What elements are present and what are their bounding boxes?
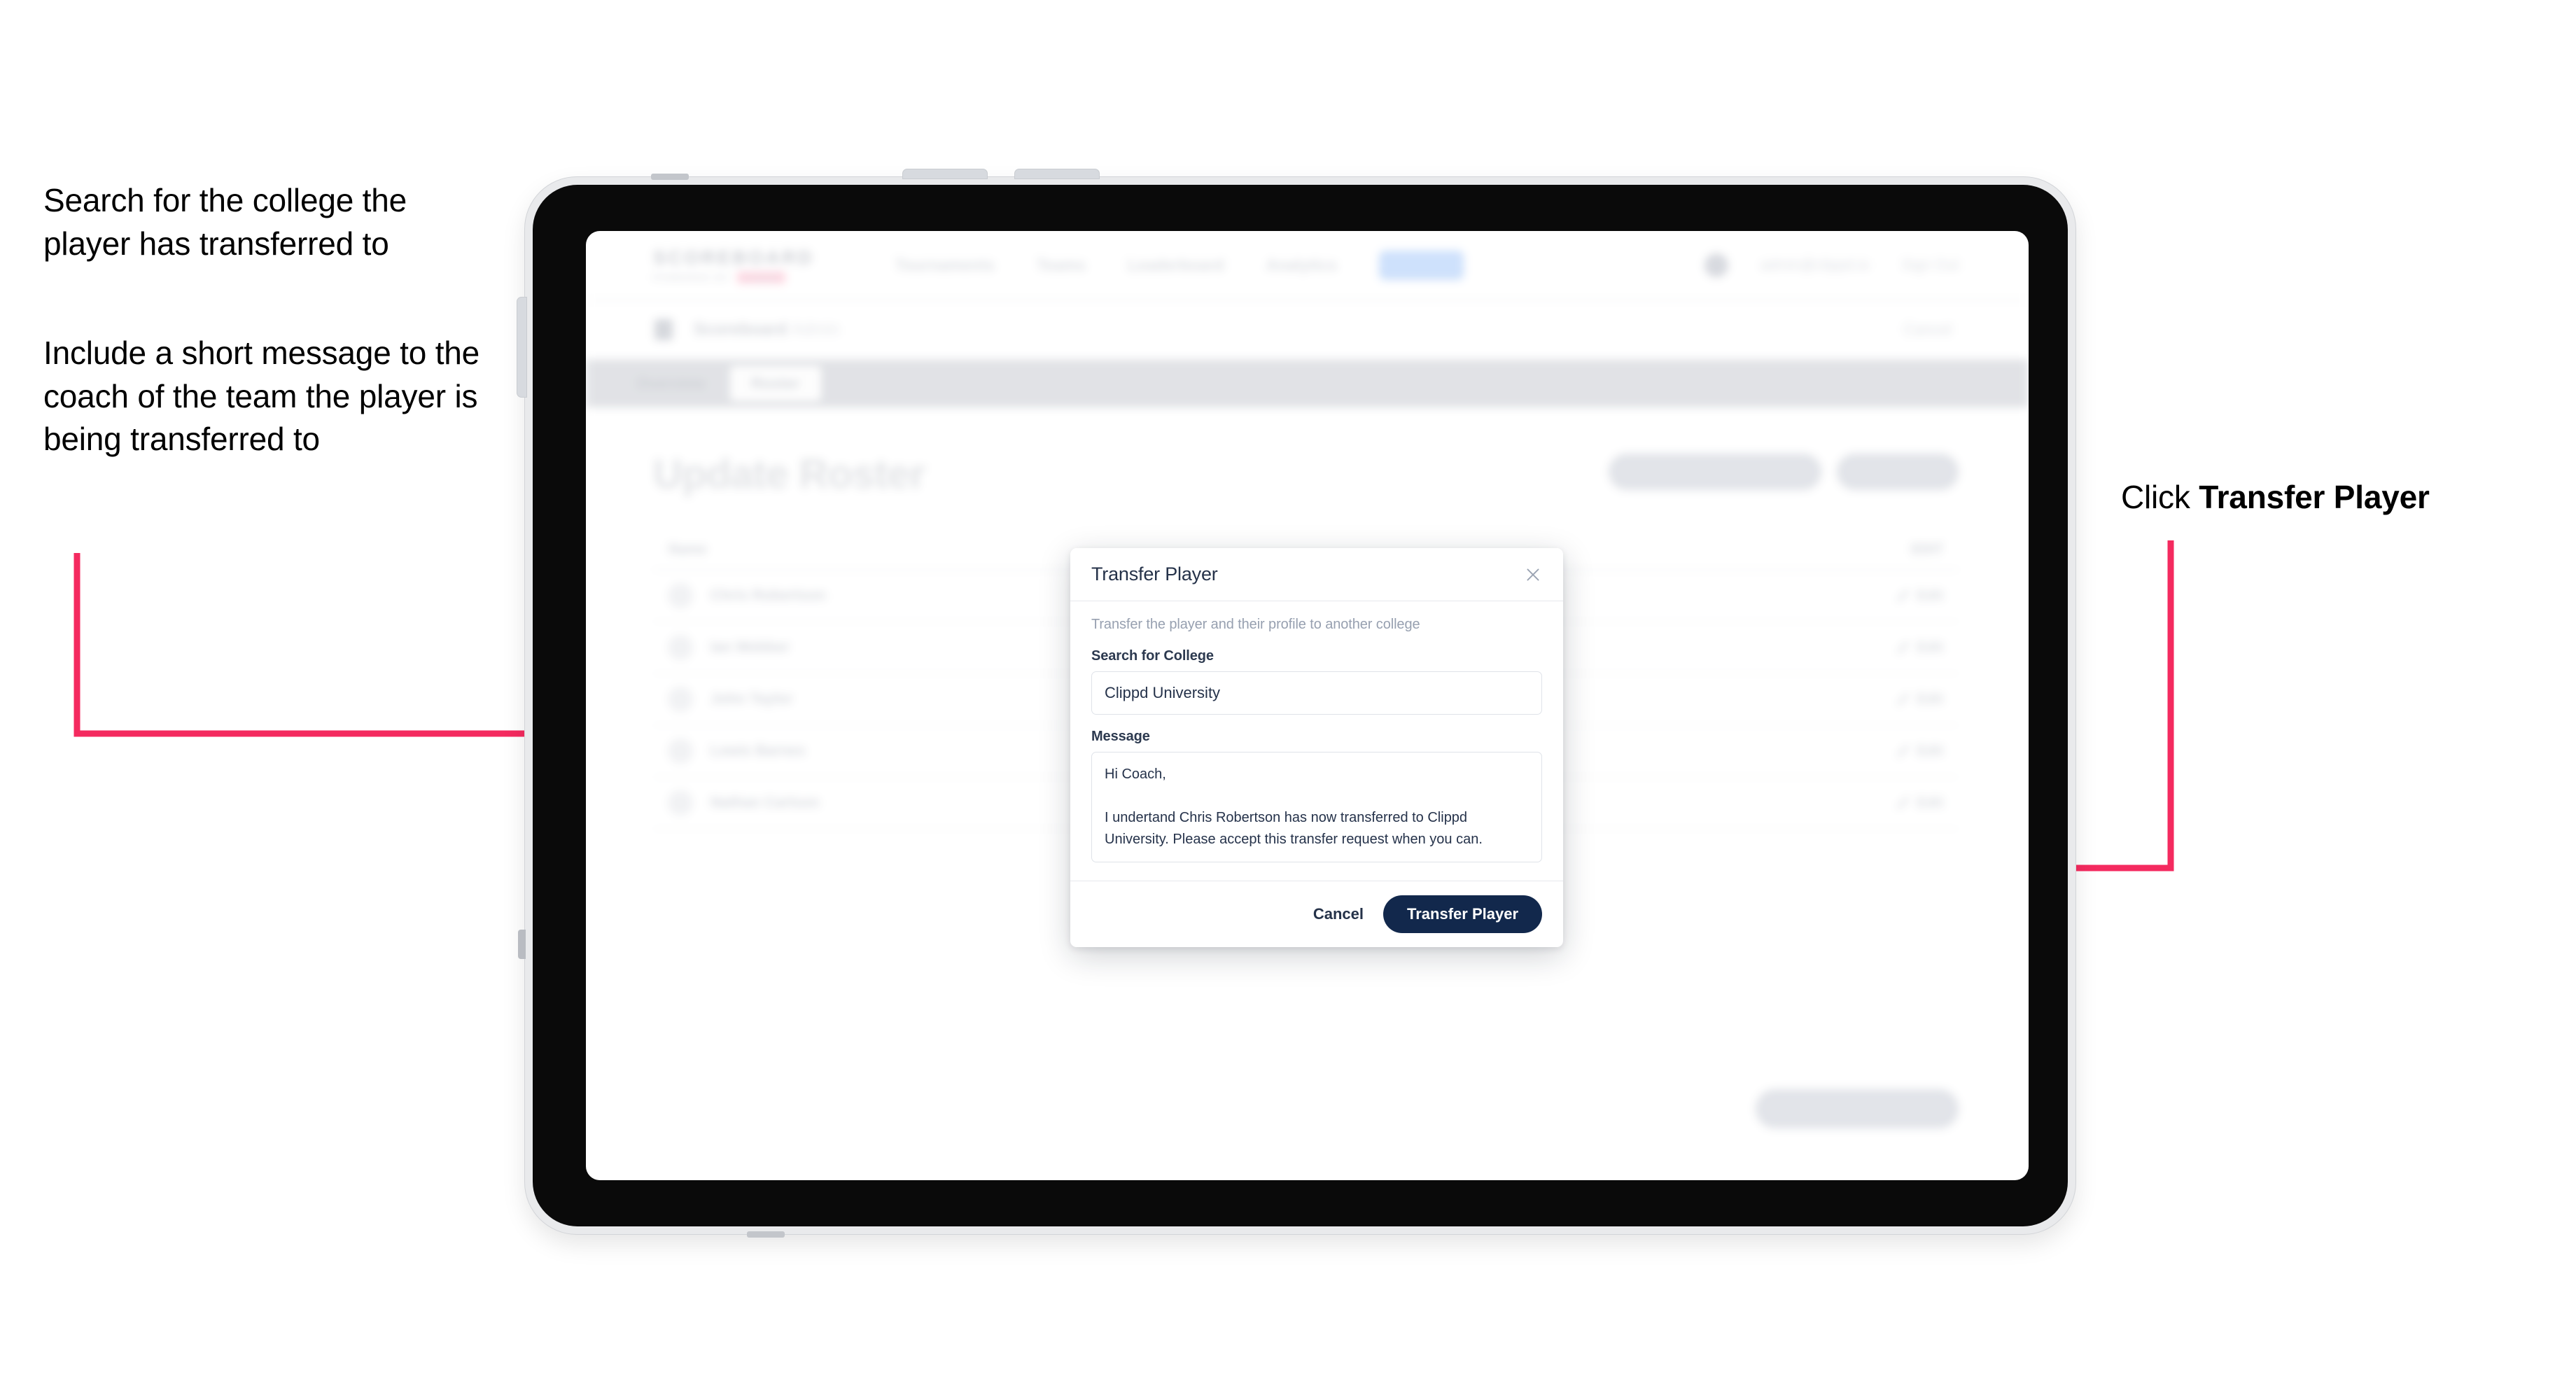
tab-overview[interactable]: Overview — [615, 366, 726, 401]
search-college-input[interactable] — [1091, 671, 1542, 715]
player-avatar-icon — [668, 687, 692, 711]
row-edit-label: Edit — [1917, 743, 1943, 759]
app-logo[interactable]: SCOREBOARD POWERED BY clippd — [653, 247, 814, 284]
logo-powered-by: POWERED BY — [653, 272, 731, 283]
app-primary-nav: Tournaments Teams Leaderboard Analytics … — [895, 251, 1464, 280]
page-title: Update Roster — [653, 451, 925, 497]
search-college-label: Search for College — [1091, 648, 1214, 664]
annotation-click-transfer: Click Transfer Player — [2121, 476, 2555, 519]
player-avatar-icon — [668, 584, 692, 608]
tablet-screen: SCOREBOARD POWERED BY clippd Tournaments… — [586, 231, 2029, 1180]
player-avatar-icon — [668, 739, 692, 763]
screenshot-canvas: Search for the college the player has tr… — [0, 0, 2576, 1386]
annotation-click-bold: Transfer Player — [2199, 479, 2430, 515]
subbar-title: Scoreboard Admin — [694, 320, 839, 340]
pencil-icon — [1897, 745, 1910, 757]
device-power-button[interactable] — [517, 298, 526, 397]
annotation-include-message: Include a short message to the coach of … — [43, 335, 480, 458]
tablet-bezel: SCOREBOARD POWERED BY clippd Tournaments… — [533, 185, 2068, 1226]
subbar-title-text: Scoreboard — [694, 320, 788, 339]
row-edit-label: Edit — [1917, 691, 1943, 707]
player-name: Nathan Carlson — [710, 794, 820, 811]
app-header-right: admin@clippd.io Sign Out — [1704, 253, 1959, 277]
column-header-edit: EDIT — [1911, 542, 1943, 557]
subbar-cancel-link[interactable]: Cancel — [1904, 321, 1952, 339]
avatar[interactable] — [1704, 253, 1728, 277]
device-side-connector — [518, 930, 526, 959]
row-edit-label: Edit — [1917, 587, 1943, 603]
save-roster-updates-button[interactable]: Save Roster Updates — [1755, 1089, 1959, 1128]
player-name: Lewis Barnes — [710, 743, 806, 759]
player-name: John Taylor — [710, 691, 793, 707]
player-name: Chris Robertson — [710, 587, 826, 603]
pencil-icon — [1897, 693, 1910, 706]
nav-item-leaderboard[interactable]: Leaderboard — [1128, 256, 1224, 274]
app-header: SCOREBOARD POWERED BY clippd Tournaments… — [586, 231, 2029, 301]
column-header-name: Name — [668, 542, 707, 557]
modal-description: Transfer the player and their profile to… — [1091, 617, 1420, 632]
modal-title: Transfer Player — [1091, 564, 1218, 584]
transfer-player-modal: Transfer Player Transfer the player and … — [1070, 548, 1563, 947]
logo-subline: POWERED BY clippd — [653, 272, 814, 284]
row-edit-button[interactable]: Edit — [1897, 795, 1943, 811]
logo-wordmark: SCOREBOARD — [653, 247, 815, 268]
device-bottom-mark — [747, 1231, 785, 1238]
nav-item-admin[interactable]: Admin — [1379, 251, 1464, 280]
tab-roster[interactable]: Roster — [729, 366, 821, 401]
app-subbar: Scoreboard Admin Cancel — [586, 301, 2029, 360]
subbar-subtitle-text: Admin — [792, 320, 840, 339]
field-spacer — [1091, 715, 1542, 729]
annotation-search-college: Search for the college the player has tr… — [43, 182, 407, 262]
row-edit-button[interactable]: Edit — [1897, 743, 1943, 760]
page-action-buttons: Request Player Transfer Add Player — [1608, 454, 1959, 490]
close-icon[interactable] — [1522, 564, 1544, 585]
request-player-transfer-button[interactable]: Request Player Transfer — [1608, 454, 1822, 490]
message-label: Message — [1091, 729, 1150, 744]
modal-body: Transfer the player and their profile to… — [1070, 601, 1563, 881]
cancel-button[interactable]: Cancel — [1313, 905, 1364, 923]
add-player-button[interactable]: Add Player — [1837, 454, 1959, 490]
modal-header: Transfer Player — [1070, 548, 1563, 601]
annotation-click-prefix: Click — [2121, 479, 2199, 515]
account-email: admin@clippd.io — [1760, 257, 1870, 273]
player-avatar-icon — [668, 791, 692, 815]
scoreboard-icon — [654, 319, 673, 340]
pencil-icon — [1897, 797, 1910, 809]
device-volume-up-button[interactable] — [903, 169, 987, 178]
pencil-icon — [1897, 641, 1910, 654]
nav-item-analytics[interactable]: Analytics — [1266, 256, 1337, 274]
app-tab-bar: Overview Roster — [586, 360, 2029, 407]
transfer-player-button[interactable]: Transfer Player — [1383, 895, 1542, 933]
player-name: Ian Webber — [710, 639, 790, 655]
pencil-icon — [1897, 589, 1910, 602]
sign-out-link[interactable]: Sign Out — [1901, 257, 1959, 274]
row-edit-button[interactable]: Edit — [1897, 588, 1943, 604]
row-edit-button[interactable]: Edit — [1897, 692, 1943, 708]
row-edit-label: Edit — [1917, 639, 1943, 655]
nav-item-teams[interactable]: Teams — [1037, 256, 1086, 274]
tablet-device-frame: SCOREBOARD POWERED BY clippd Tournaments… — [517, 169, 2076, 1238]
row-edit-button[interactable]: Edit — [1897, 640, 1943, 656]
modal-footer: Cancel Transfer Player — [1070, 881, 1563, 947]
row-edit-label: Edit — [1917, 794, 1943, 811]
device-volume-down-button[interactable] — [1015, 169, 1099, 178]
message-textarea[interactable]: Hi Coach, I undertand Chris Robertson ha… — [1091, 752, 1542, 862]
logo-clippd-badge: clippd — [736, 272, 786, 284]
player-avatar-icon — [668, 636, 692, 659]
device-top-mic — [651, 174, 689, 180]
nav-item-tournaments[interactable]: Tournaments — [895, 256, 995, 274]
